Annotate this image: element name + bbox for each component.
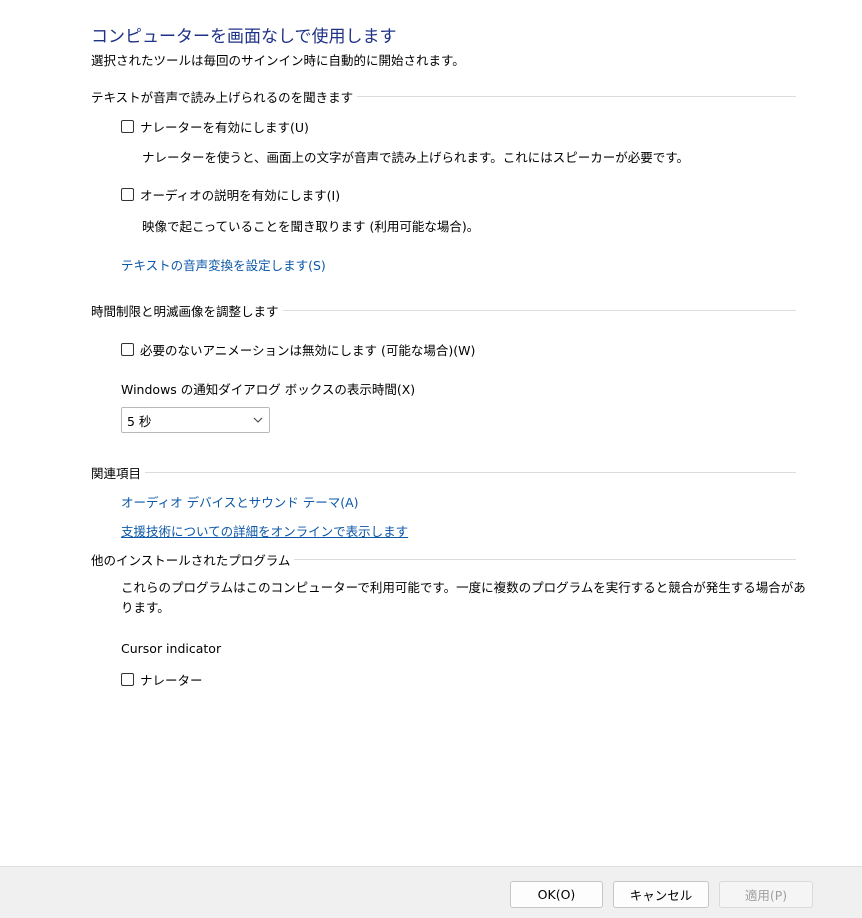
- audio-devices-link[interactable]: オーディオ デバイスとサウンド テーマ(A): [121, 492, 359, 511]
- other-narrator-checkbox-label[interactable]: ナレーター: [140, 670, 203, 689]
- page-subtitle: 選択されたツールは毎回のサインイン時に自動的に開始されます。: [91, 53, 465, 68]
- notification-duration-value: 5 秒: [127, 413, 152, 429]
- assistive-tech-online-link[interactable]: 支援技術についての詳細をオンラインで表示します: [121, 521, 408, 540]
- ease-of-access-page: コンピューターを画面なしで使用します 選択されたツールは毎回のサインイン時に自動…: [0, 0, 862, 918]
- group-divider: [145, 471, 796, 473]
- page-title: コンピューターを画面なしで使用します: [91, 27, 397, 47]
- narrator-checkbox[interactable]: [121, 119, 134, 133]
- audio-description-checkbox-label[interactable]: オーディオの説明を有効にします(I): [140, 185, 340, 204]
- group-header-tts: テキストが音声で読み上げられるのを聞きます: [91, 87, 796, 105]
- group-header-related-label: 関連項目: [91, 465, 142, 481]
- narrator-checkbox-label[interactable]: ナレーターを有効にします(U): [140, 117, 309, 136]
- dialog-footer: OK(O) キャンセル 適用(P): [0, 866, 862, 918]
- group-header-timing: 時間制限と明滅画像を調整します: [91, 301, 796, 319]
- group-header-tts-label: テキストが音声で読み上げられるのを聞きます: [91, 89, 354, 105]
- audio-description-checkbox-row[interactable]: オーディオの説明を有効にします(I): [121, 184, 340, 204]
- chevron-down-icon: [253, 415, 263, 425]
- group-divider: [294, 558, 796, 560]
- audio-description-checkbox[interactable]: [121, 187, 134, 201]
- ok-button[interactable]: OK(O): [510, 881, 603, 908]
- animations-checkbox-label[interactable]: 必要のないアニメーションは無効にします (可能な場合)(W): [140, 340, 475, 359]
- notification-duration-select[interactable]: 5 秒: [121, 407, 270, 433]
- cursor-indicator-label: Cursor indicator: [121, 641, 222, 656]
- setup-tts-link[interactable]: テキストの音声変換を設定します(S): [121, 255, 326, 274]
- group-divider: [282, 309, 796, 311]
- group-header-other-label: 他のインストールされたプログラム: [91, 552, 291, 568]
- group-header-related: 関連項目: [91, 463, 796, 481]
- animations-checkbox-row[interactable]: 必要のないアニメーションは無効にします (可能な場合)(W): [121, 339, 475, 359]
- audio-description-description: 映像で起こっていることを聞き取ります (利用可能な場合)。: [142, 219, 480, 234]
- animations-checkbox[interactable]: [121, 342, 134, 356]
- other-narrator-checkbox[interactable]: [121, 672, 134, 686]
- other-narrator-checkbox-row[interactable]: ナレーター: [121, 669, 203, 689]
- other-programs-description: これらのプログラムはこのコンピューターで利用可能です。一度に複数のプログラムを実…: [121, 580, 806, 615]
- group-header-other: 他のインストールされたプログラム: [91, 550, 796, 568]
- group-divider: [357, 95, 796, 97]
- group-header-timing-label: 時間制限と明滅画像を調整します: [91, 303, 279, 319]
- notification-duration-label: Windows の通知ダイアログ ボックスの表示時間(X): [121, 382, 416, 397]
- cancel-button[interactable]: キャンセル: [613, 881, 709, 908]
- narrator-checkbox-row[interactable]: ナレーターを有効にします(U): [121, 116, 309, 136]
- narrator-description: ナレーターを使うと、画面上の文字が音声で読み上げられます。これにはスピーカーが必…: [142, 150, 690, 165]
- apply-button[interactable]: 適用(P): [719, 881, 813, 908]
